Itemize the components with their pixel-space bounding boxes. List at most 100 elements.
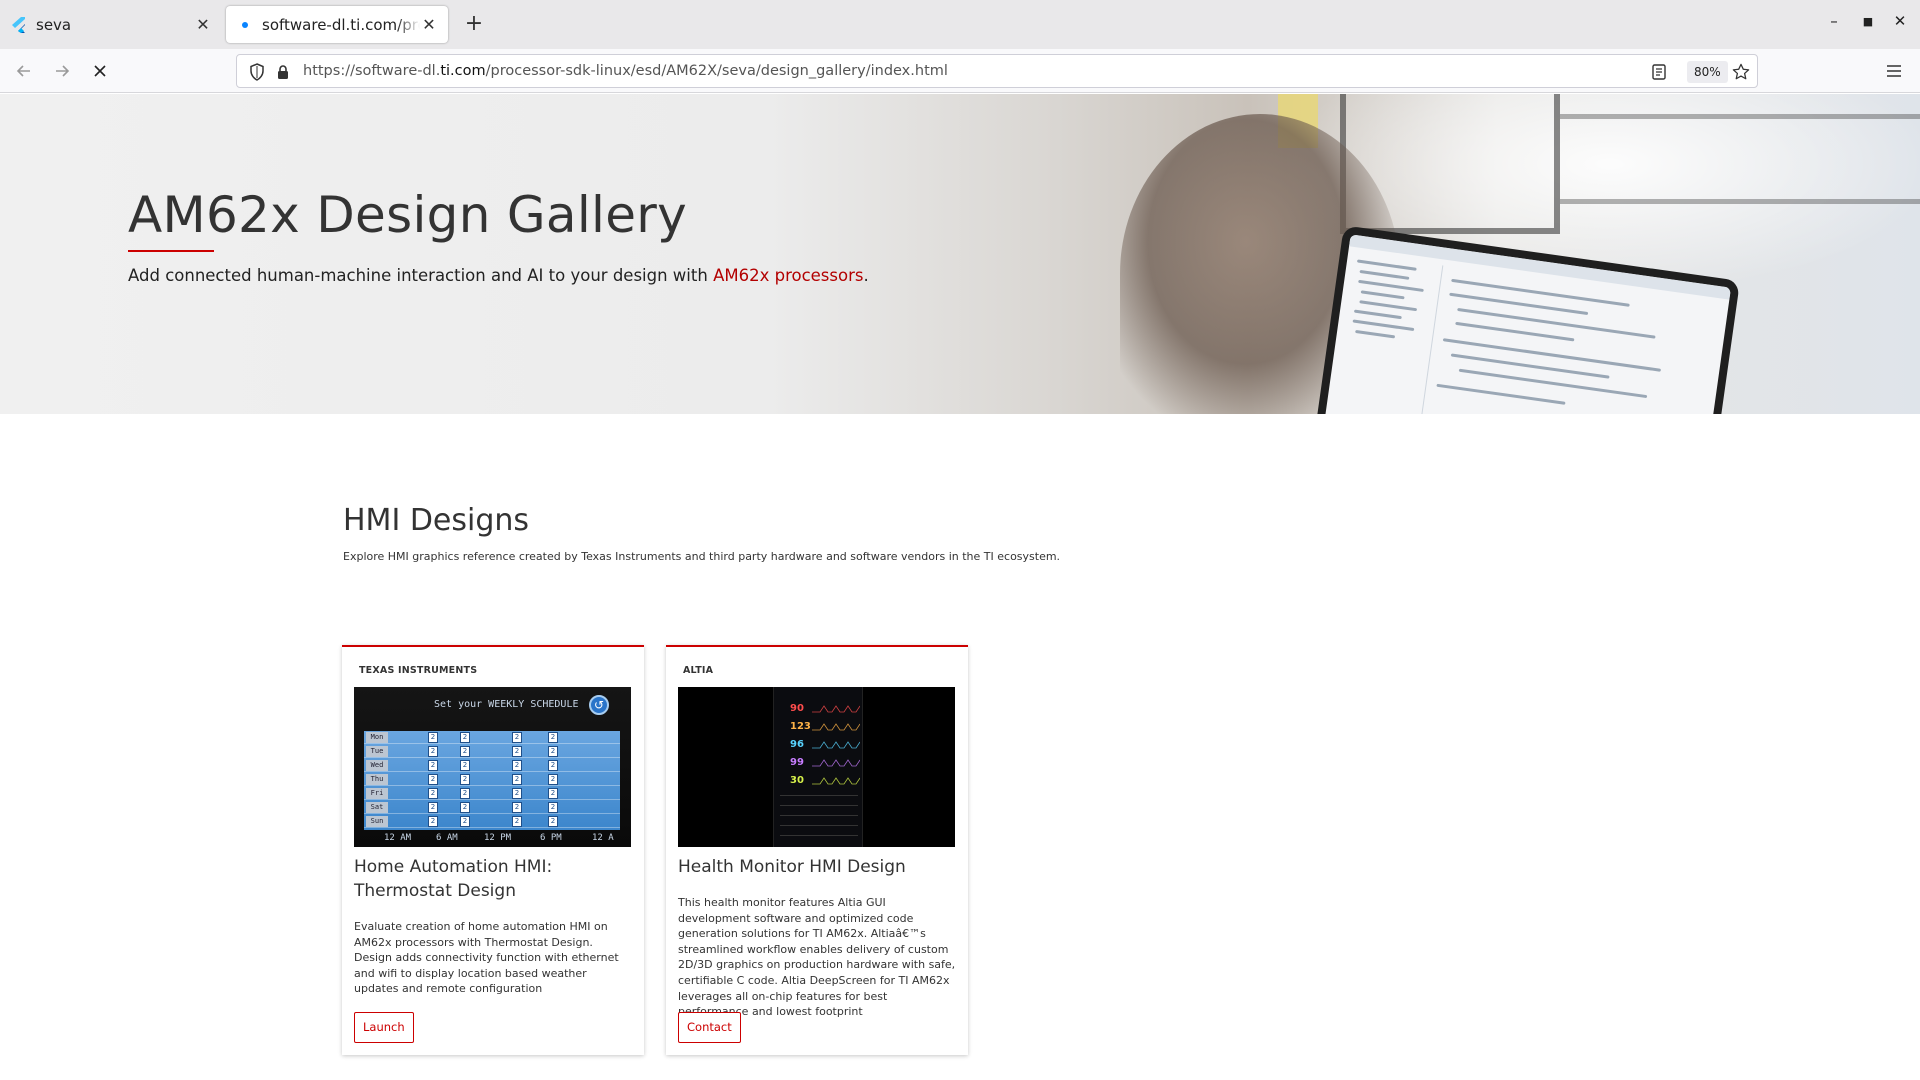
schedule-row: Thu 2 2 2 2: [364, 773, 620, 786]
tab-seva[interactable]: seva ✕: [0, 6, 222, 43]
lock-icon[interactable]: [273, 62, 293, 82]
schedule-slot: 2: [548, 816, 558, 827]
schedule-slot: 2: [548, 732, 558, 743]
back-arrow-icon: [16, 65, 30, 77]
vital-reading: 90: [790, 703, 804, 714]
schedule-row: Tue 2 2 2 2: [364, 745, 620, 758]
time-label: 12 A: [592, 833, 614, 843]
vital-waveform: [812, 705, 860, 713]
schedule-row: Wed 2 2 2 2: [364, 759, 620, 772]
loading-dot-icon: [236, 16, 254, 34]
card-brand: ALTIA: [683, 665, 714, 676]
vital-waveform: [812, 777, 860, 785]
url-domain: ti.com: [440, 63, 486, 79]
card-title[interactable]: Health Monitor HMI Design: [678, 855, 956, 879]
hero-subtitle-text: Add connected human-machine interaction …: [128, 266, 714, 285]
design-card-health-monitor: ALTIA 90 123 96 99 30 Health Monitor HMI Des…: [666, 645, 968, 1055]
page-title: AM62x Design Gallery: [128, 186, 688, 244]
schedule-slot: 2: [460, 774, 470, 785]
tab-design-gallery[interactable]: software-dl.ti.com/processor-sdk-linux/e…: [226, 6, 448, 43]
time-label: 12 PM: [484, 833, 512, 843]
schedule-slot: 2: [428, 802, 438, 813]
section-description: Explore HMI graphics reference created b…: [343, 550, 1061, 563]
thermostat-heading: Set your WEEKLY SCHEDULE: [434, 699, 579, 710]
card-title[interactable]: Home Automation HMI: Thermostat Design: [354, 855, 632, 903]
day-label: Mon: [366, 732, 388, 743]
schedule-row: Sun 2 2 2 2: [364, 815, 620, 828]
forward-button[interactable]: [48, 57, 76, 85]
schedule-slot: 2: [548, 802, 558, 813]
vital-reading: 99: [790, 757, 804, 768]
schedule-slot: 2: [428, 774, 438, 785]
forward-arrow-icon: [56, 65, 70, 77]
vital-waveform: [812, 759, 860, 767]
close-window-icon[interactable]: ✕: [1888, 12, 1912, 30]
url-text[interactable]: https://software-dl.ti.com/processor-sdk…: [303, 63, 948, 79]
hero-subtitle-suffix: .: [863, 266, 869, 285]
minimize-icon[interactable]: –: [1822, 12, 1846, 30]
address-bar[interactable]: https://software-dl.ti.com/processor-sdk…: [236, 54, 1758, 88]
schedule-slot: 2: [548, 774, 558, 785]
stop-loading-button[interactable]: [86, 57, 114, 85]
schedule-slot: 2: [460, 802, 470, 813]
schedule-slot: 2: [460, 816, 470, 827]
schedule-row: Sat 2 2 2 2: [364, 801, 620, 814]
schedule-slot: 2: [460, 746, 470, 757]
zoom-level-badge[interactable]: 80%: [1687, 61, 1728, 83]
hero-subtitle: Add connected human-machine interaction …: [128, 266, 869, 285]
section-title: HMI Designs: [343, 503, 530, 538]
day-label: Sun: [366, 816, 388, 827]
day-label: Sat: [366, 802, 388, 813]
time-label: 6 AM: [436, 833, 458, 843]
schedule-slot: 2: [428, 760, 438, 771]
schedule-slot: 2: [460, 732, 470, 743]
schedule-slot: 2: [512, 760, 522, 771]
title-underline: [128, 250, 214, 252]
bookmark-star-icon[interactable]: [1731, 62, 1751, 82]
card-description: This health monitor features Altia GUI d…: [678, 896, 956, 1019]
stop-icon: [94, 65, 106, 77]
browser-nav-bar: https://software-dl.ti.com/processor-sdk…: [0, 49, 1920, 93]
flutter-favicon-icon: [10, 16, 28, 34]
tab-title: software-dl.ti.com/processor-sdk-linux/e…: [262, 15, 420, 34]
thermostat-preview-image[interactable]: Set your WEEKLY SCHEDULE ↺ Mon 2 2 2 2 Tue 2 2 2…: [354, 687, 631, 847]
vital-waveform: [812, 741, 860, 749]
tracking-shield-icon[interactable]: [247, 62, 267, 82]
new-tab-button[interactable]: +: [460, 10, 488, 38]
day-label: Tue: [366, 746, 388, 757]
hero-banner: AM62x Design Gallery Add connected human…: [0, 94, 1920, 414]
contact-button[interactable]: Contact: [678, 1012, 741, 1043]
vital-reading: 96: [790, 739, 804, 750]
day-label: Thu: [366, 774, 388, 785]
maximize-icon[interactable]: ■: [1856, 15, 1880, 28]
schedule-grid: Mon 2 2 2 2 Tue 2 2 2 2 Wed 2 2 2 2 Thu 2 2 2 2 Fri 2 2 2 2 Sat 2 2…: [364, 731, 620, 830]
schedule-slot: 2: [512, 788, 522, 799]
schedule-slot: 2: [512, 732, 522, 743]
vital-reading: 123: [790, 721, 811, 732]
launch-button[interactable]: Launch: [354, 1012, 414, 1043]
schedule-slot: 2: [548, 760, 558, 771]
day-label: Wed: [366, 760, 388, 771]
schedule-slot: 2: [512, 746, 522, 757]
reader-view-icon[interactable]: [1649, 62, 1669, 82]
back-circle-icon: ↺: [589, 695, 609, 715]
schedule-slot: 2: [512, 816, 522, 827]
close-tab-icon[interactable]: ✕: [194, 15, 212, 34]
schedule-slot: 2: [460, 760, 470, 771]
app-menu-button[interactable]: [1880, 57, 1908, 85]
close-tab-icon[interactable]: ✕: [420, 15, 438, 34]
schedule-slot: 2: [548, 788, 558, 799]
am62x-processors-link[interactable]: AM62x processors: [713, 266, 863, 285]
time-label: 12 AM: [384, 833, 412, 843]
health-monitor-preview-image[interactable]: 90 123 96 99 30: [678, 687, 955, 847]
schedule-row: Mon 2 2 2 2: [364, 731, 620, 744]
card-description: Evaluate creation of home automation HMI…: [354, 920, 619, 996]
schedule-row: Fri 2 2 2 2: [364, 787, 620, 800]
browser-tab-bar: seva ✕ software-dl.ti.com/processor-sdk-…: [0, 0, 1920, 49]
back-button[interactable]: [10, 57, 38, 85]
schedule-slot: 2: [512, 774, 522, 785]
health-monitor-screen: 90 123 96 99 30: [773, 687, 863, 847]
card-brand: TEXAS INSTRUMENTS: [359, 665, 478, 676]
design-card-thermostat: TEXAS INSTRUMENTS Set your WEEKLY SCHEDU…: [342, 645, 644, 1055]
vital-waveform: [812, 723, 860, 731]
